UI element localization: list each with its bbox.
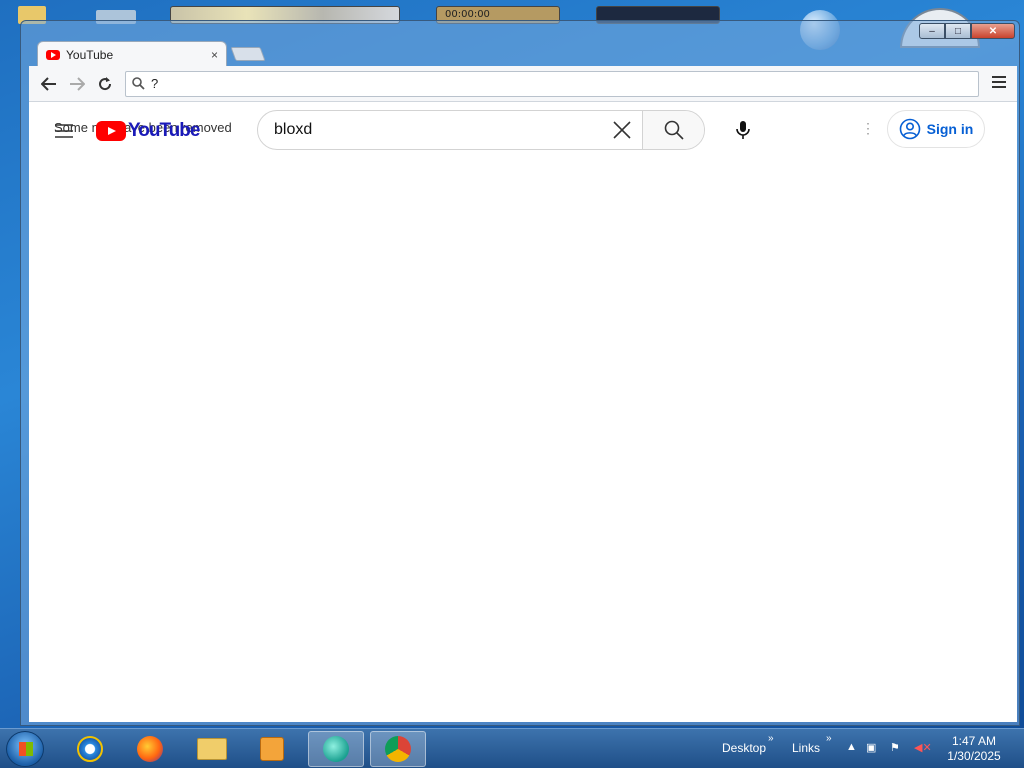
caption-buttons: – □ ✕ [919,23,1015,39]
maximize-button[interactable]: □ [945,23,971,39]
reload-icon [99,76,112,90]
taskbar-internet-explorer[interactable] [62,731,118,767]
clock-date: 1/30/2025 [947,749,1001,763]
links-toolbar-chevron[interactable]: » [826,733,832,744]
forward-button[interactable] [63,72,91,96]
close-icon [613,121,631,139]
sign-in-label: Sign in [926,121,974,137]
settings-menu-button[interactable]: ⋮ [861,120,875,137]
taskbar-firefox[interactable] [122,731,178,767]
tab-youtube[interactable]: YouTube × [37,41,227,67]
clear-search-button[interactable] [602,111,642,149]
search-input[interactable] [258,111,602,149]
firefox-icon [137,736,163,762]
guide-menu-button[interactable] [55,122,73,143]
youtube-play-icon [96,121,126,141]
new-tab-button[interactable] [230,47,266,61]
media-timer: 00:00:00 [445,9,490,20]
show-hidden-icons-button[interactable]: ▲ [846,741,857,753]
folder-icon [197,738,227,760]
start-button[interactable] [6,731,44,767]
minimize-button[interactable]: – [919,23,945,39]
search-icon [132,77,145,90]
microphone-icon [736,121,750,139]
forward-arrow-icon [70,76,85,91]
hamburger-menu-icon [55,124,73,138]
taskbar: Desktop » Links » ▲ ▣ ⚑ ◀✕ 1:47 AM 1/30/… [0,728,1024,768]
internet-explorer-icon [77,736,103,762]
youtube-logo-text: YouTube [128,120,200,141]
voice-search-button[interactable] [725,112,761,148]
media-player-icon [260,737,284,761]
system-clock[interactable]: 1:47 AM 1/30/2025 [942,734,1006,764]
chrome-window: – □ ✕ YouTube × ? Some m... have been re… [20,20,1020,726]
sign-in-button[interactable]: Sign in [887,110,985,148]
back-arrow-icon [41,76,56,91]
account-circle-icon [899,118,920,140]
youtube-logo[interactable]: YouTube [96,120,200,142]
action-center-flag-icon[interactable]: ⚑ [890,741,900,754]
address-text: ? [151,76,159,91]
youtube-favicon-icon [46,49,60,60]
links-toolbar[interactable]: Links [792,741,820,755]
address-bar[interactable]: ? [125,70,979,97]
page-content: Some m... have been removed YouTube ⋮ Si… [29,102,1017,722]
close-window-button[interactable]: ✕ [971,23,1015,39]
clock-time: 1:47 AM [951,734,997,748]
search-icon [664,120,684,140]
tab-title: YouTube [66,47,114,62]
volume-muted-icon[interactable]: ◀✕ [914,741,932,754]
browser-toolbar: ? [29,66,1017,102]
desktop-toolbar[interactable]: Desktop [722,741,766,755]
back-button[interactable] [35,72,63,96]
desktop-toolbar-chevron[interactable]: » [768,733,774,744]
taskbar-chrome[interactable] [370,731,426,767]
reload-button[interactable] [91,72,119,96]
hamburger-menu-icon [992,75,1006,88]
chrome-icon [385,736,411,762]
taskbar-app-teal[interactable] [308,731,364,767]
chrome-menu-button[interactable] [987,75,1011,93]
network-icon[interactable]: ▣ [866,741,876,754]
search-box [257,110,705,150]
taskbar-file-explorer[interactable] [184,731,240,767]
search-button[interactable] [642,111,704,149]
windows-logo-icon [19,742,33,756]
chat-bubble-icon [323,736,349,762]
taskbar-media-player[interactable] [244,731,300,767]
tab-close-button[interactable]: × [211,48,218,62]
